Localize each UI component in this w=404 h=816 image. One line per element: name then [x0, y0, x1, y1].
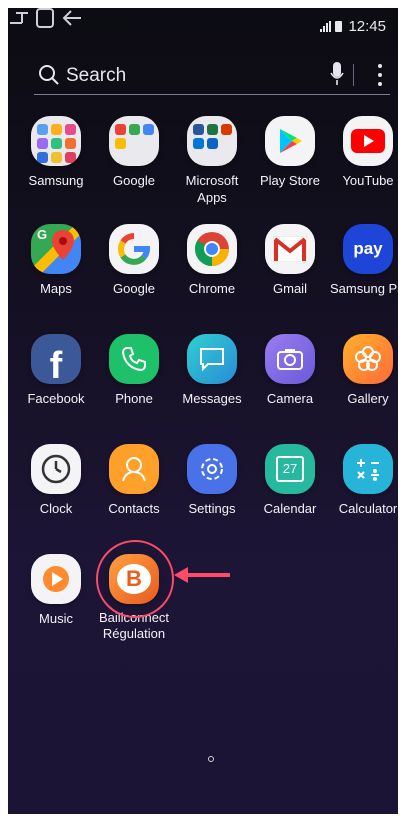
messages-icon [187, 334, 237, 384]
app-label: Google [113, 173, 155, 188]
status-time: 12:45 [348, 18, 386, 35]
app-gmail[interactable]: Gmail [252, 224, 328, 297]
samsung-pay-icon: pay [343, 224, 393, 274]
pointer-arrow-icon [174, 567, 230, 583]
calendar-day: 27 [276, 456, 304, 482]
gmail-icon [265, 224, 315, 274]
music-icon [31, 554, 81, 604]
page-indicator [208, 756, 214, 762]
app-label: Calendar [263, 501, 317, 516]
play-store-icon [265, 116, 315, 166]
app-gallery[interactable]: Gallery [330, 334, 398, 407]
back-icon[interactable] [61, 8, 83, 28]
app-contacts[interactable]: Contacts [96, 444, 172, 517]
pay-text: pay [353, 239, 383, 258]
app-youtube[interactable]: YouTube [330, 116, 398, 189]
app-label: Facebook [27, 391, 85, 406]
app-clock[interactable]: Clock [18, 444, 94, 517]
app-label: Music [39, 611, 73, 626]
app-microsoft-apps[interactable]: Microsoft Apps [174, 116, 250, 206]
youtube-icon [343, 116, 393, 166]
app-samsung-pay[interactable]: pay Samsung Pay [330, 224, 398, 297]
app-label: Microsoft Apps [185, 173, 239, 205]
settings-icon [187, 444, 237, 494]
microsoft-folder-icon [187, 116, 237, 166]
app-google[interactable]: Google [96, 224, 172, 297]
app-calendar[interactable]: 27 Calendar [252, 444, 328, 517]
calculator-icon [343, 444, 393, 494]
more-options-icon[interactable] [378, 64, 382, 86]
phone-screen: 12:45 Search Samsung Google Microsoft Ap… [8, 8, 398, 814]
app-label: Maps [40, 281, 72, 296]
app-label: Gmail [273, 281, 307, 296]
app-samsung[interactable]: Samsung [18, 116, 94, 189]
app-maps[interactable]: G Maps [18, 224, 94, 297]
app-play-store[interactable]: Play Store [252, 116, 328, 189]
app-label: Gallery [347, 391, 389, 406]
app-chrome[interactable]: Chrome [174, 224, 250, 297]
microphone-icon[interactable] [330, 62, 344, 86]
clock-icon [31, 444, 81, 494]
facebook-f-glyph: f [49, 344, 63, 385]
phone-icon [109, 334, 159, 384]
gallery-icon [343, 334, 393, 384]
app-google-folder[interactable]: Google [96, 116, 172, 189]
app-label: Samsung Pay [330, 281, 398, 296]
search-bar[interactable]: Search [34, 56, 390, 95]
maps-icon: G [31, 224, 81, 274]
calendar-icon: 27 [265, 444, 315, 494]
highlight-circle [96, 540, 174, 618]
app-label: Phone [115, 391, 153, 406]
contacts-icon [109, 444, 159, 494]
app-label: Messages [182, 391, 242, 406]
app-label: Camera [266, 391, 314, 406]
app-label: Google [113, 281, 155, 296]
app-label: Play Store [260, 173, 320, 188]
app-label: YouTube [342, 173, 394, 188]
recent-apps-icon[interactable] [8, 8, 30, 28]
search-divider [353, 64, 354, 86]
home-button-icon[interactable] [34, 8, 56, 28]
google-folder-icon [109, 116, 159, 166]
app-music[interactable]: Music [18, 554, 94, 627]
signal-icon [320, 21, 332, 32]
app-label: Chrome [188, 281, 236, 296]
app-phone[interactable]: Phone [96, 334, 172, 407]
app-messages[interactable]: Messages [174, 334, 250, 407]
search-placeholder: Search [66, 65, 127, 86]
camera-icon [265, 334, 315, 384]
app-label: Contacts [108, 501, 160, 516]
status-bar: 12:45 [320, 18, 386, 35]
app-calculator[interactable]: Calculator [330, 444, 398, 517]
google-icon [109, 224, 159, 274]
facebook-icon: f [31, 334, 81, 384]
search-icon [39, 65, 59, 85]
app-camera[interactable]: Camera [252, 334, 328, 407]
app-label: Clock [39, 501, 73, 516]
app-label: Settings [188, 501, 236, 516]
chrome-icon [187, 224, 237, 274]
app-label: Calculator [338, 501, 398, 516]
app-settings[interactable]: Settings [174, 444, 250, 517]
app-label: Samsung [28, 173, 84, 188]
maps-g-glyph: G [37, 227, 48, 242]
app-facebook[interactable]: f Facebook [18, 334, 94, 407]
samsung-folder-icon [31, 116, 81, 166]
battery-icon [335, 21, 343, 32]
